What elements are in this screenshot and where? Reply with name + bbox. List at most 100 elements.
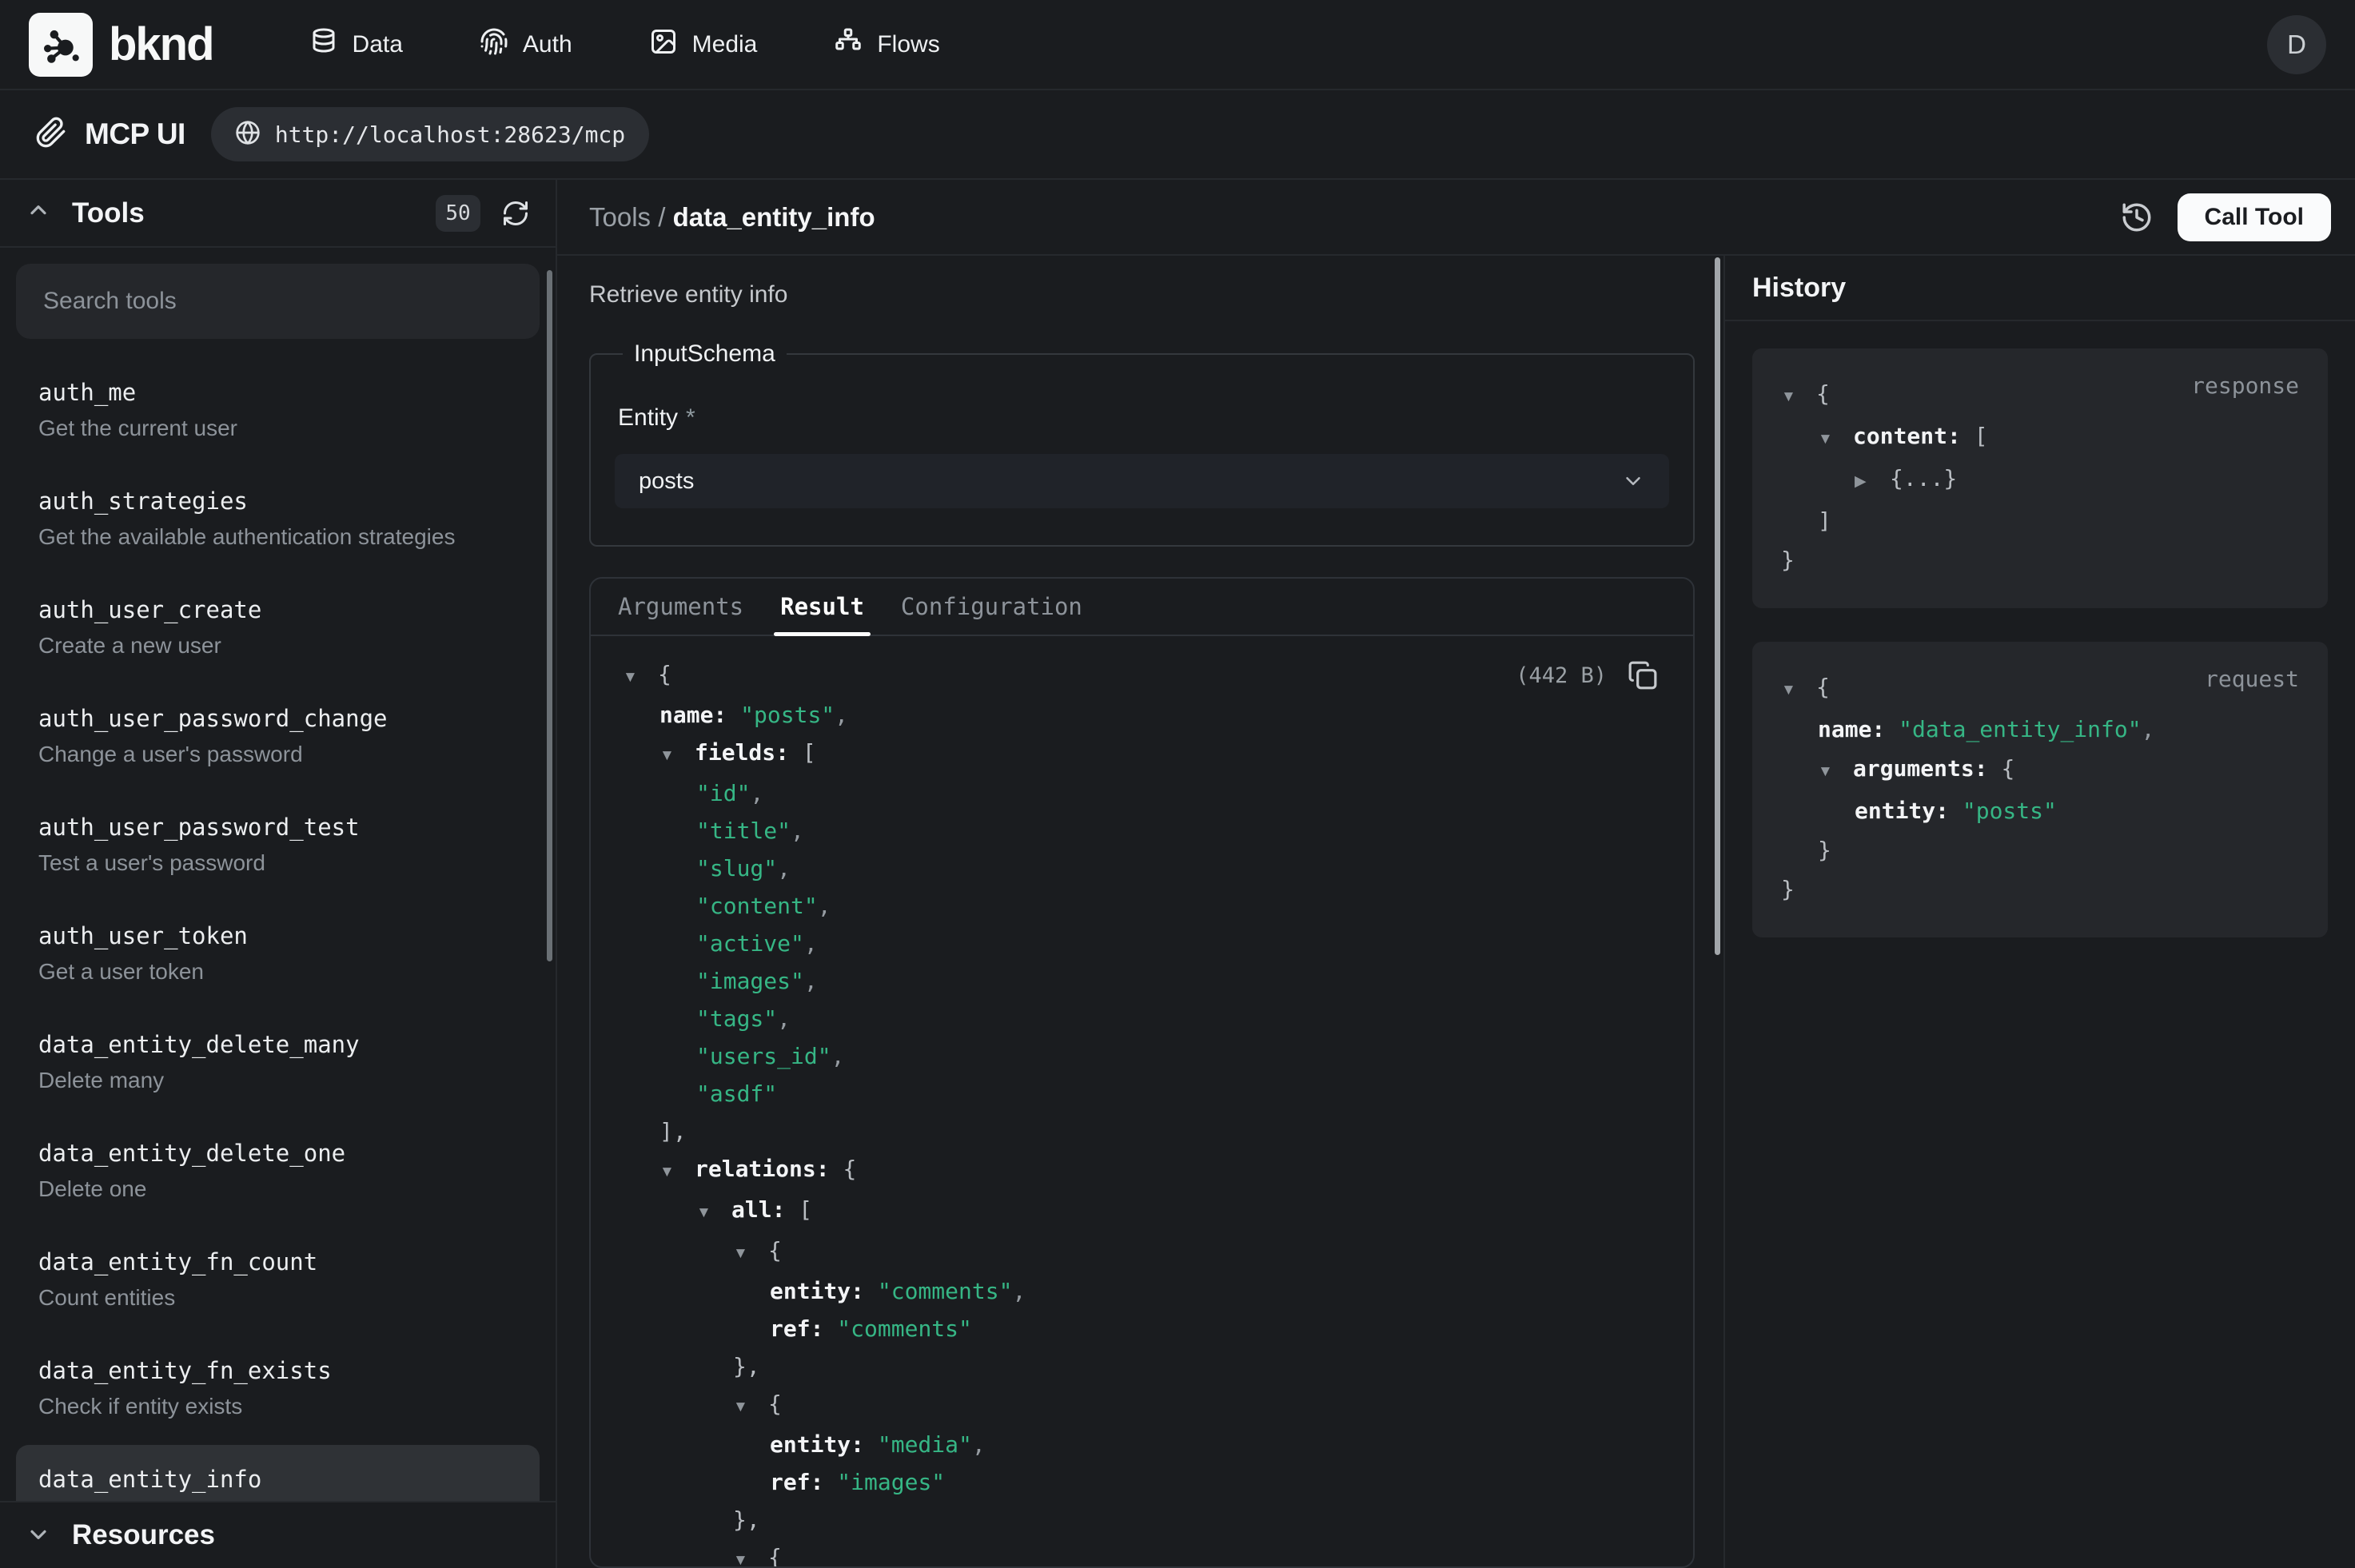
- collapse-toggle-icon[interactable]: ▼: [659, 737, 695, 774]
- result-meta: (442 B): [1516, 660, 1658, 690]
- mcp-title: MCP UI: [85, 117, 185, 151]
- chevron-down-icon: [1621, 469, 1645, 493]
- collapse-toggle-icon[interactable]: ▼: [1818, 420, 1853, 459]
- database-icon: [309, 27, 338, 62]
- tool-detail-description: Retrieve entity info: [589, 281, 1695, 308]
- tool-list-item[interactable]: auth_strategies Get the available authen…: [16, 467, 540, 571]
- collapse-toggle-icon[interactable]: ▼: [733, 1388, 768, 1426]
- tool-list-item[interactable]: auth_user_token Get a user token: [16, 901, 540, 1005]
- image-icon: [649, 27, 678, 62]
- nav-item-auth[interactable]: Auth: [480, 27, 572, 62]
- json-line: "tags",: [623, 1000, 1661, 1037]
- nav-item-media[interactable]: Media: [649, 27, 758, 62]
- json-line: ▼arguments: {: [1781, 749, 2299, 791]
- collapse-toggle-icon[interactable]: ▼: [659, 1153, 695, 1191]
- refresh-icon[interactable]: [501, 199, 530, 228]
- json-line: ▼{: [623, 1538, 1661, 1566]
- json-line: ],: [623, 1112, 1661, 1150]
- tool-list-item[interactable]: data_entity_delete_many Delete many: [16, 1010, 540, 1114]
- entity-field-label: Entity*: [618, 404, 1669, 432]
- tool-list-item[interactable]: auth_me Get the current user: [16, 358, 540, 462]
- mcp-bar: MCP UI http://localhost:28623/mcp: [0, 90, 2355, 180]
- tool-list-item[interactable]: data_entity_fn_exists Check if entity ex…: [16, 1336, 540, 1440]
- json-line: ▼{: [623, 655, 1661, 696]
- chevron-up-icon: [26, 198, 51, 228]
- sidebar-scrollbar[interactable]: [547, 270, 552, 961]
- collapse-toggle-icon[interactable]: ▼: [1781, 377, 1816, 416]
- bknd-logo-icon: [29, 13, 93, 77]
- tool-list-item[interactable]: auth_user_create Create a new user: [16, 575, 540, 679]
- tool-description: Delete many: [38, 1068, 517, 1093]
- json-line: }: [1781, 830, 2299, 870]
- tool-list-item[interactable]: data_entity_info Retrieve entity info: [16, 1445, 540, 1501]
- tool-name: auth_user_password_change: [38, 705, 517, 732]
- search-tools-input[interactable]: [16, 264, 540, 339]
- collapse-toggle-icon[interactable]: ▼: [733, 1235, 768, 1272]
- tools-sidebar: Tools 50 auth_me Get the current user au…: [0, 180, 557, 1568]
- result-json-viewer: (442 B) ▼{name: "posts",▼fields: ["id","…: [591, 636, 1693, 1566]
- collapse-toggle-icon[interactable]: ▼: [623, 659, 658, 696]
- user-avatar[interactable]: D: [2267, 15, 2326, 74]
- collapse-toggle-icon[interactable]: ▼: [733, 1542, 768, 1566]
- tool-description: Delete one: [38, 1176, 517, 1202]
- tool-name: auth_user_token: [38, 922, 517, 949]
- call-tool-button[interactable]: Call Tool: [2178, 193, 2331, 241]
- tool-name: auth_strategies: [38, 488, 517, 515]
- json-line: }: [1781, 540, 2299, 579]
- resources-title: Resources: [72, 1519, 215, 1551]
- entity-select[interactable]: posts: [615, 454, 1669, 508]
- json-line: "active",: [623, 925, 1661, 962]
- tools-section-header[interactable]: Tools 50: [0, 180, 556, 248]
- main-scrollbar[interactable]: [1715, 257, 1720, 955]
- tab-result[interactable]: Result: [780, 579, 864, 635]
- nav-item-label: Data: [353, 31, 403, 58]
- tool-list-item[interactable]: auth_user_password_test Test a user's pa…: [16, 793, 540, 897]
- tool-name: auth_user_password_test: [38, 814, 517, 841]
- collapse-toggle-icon[interactable]: ▼: [1818, 752, 1853, 791]
- tool-name: data_entity_delete_many: [38, 1031, 517, 1058]
- resources-section-header[interactable]: Resources: [0, 1501, 556, 1568]
- json-line: "title",: [623, 812, 1661, 850]
- paperclip-icon: [35, 117, 67, 153]
- json-line: ▼{: [623, 1232, 1661, 1272]
- tab-configuration[interactable]: Configuration: [901, 579, 1082, 635]
- tool-description: Change a user's password: [38, 742, 517, 767]
- mcp-url-pill[interactable]: http://localhost:28623/mcp: [211, 107, 649, 161]
- tool-description: Count entities: [38, 1285, 517, 1311]
- history-clock-icon[interactable]: [2120, 201, 2154, 234]
- input-schema-legend: InputSchema: [623, 340, 787, 368]
- search-wrap: [0, 248, 556, 355]
- history-entry-tag: request: [2205, 666, 2299, 692]
- nav-item-flows[interactable]: Flows: [834, 27, 939, 62]
- chevron-down-icon: [26, 1521, 51, 1550]
- history-entry-request[interactable]: request ▼{name: "data_entity_info",▼argu…: [1752, 642, 2328, 937]
- tool-list-item[interactable]: data_entity_fn_count Count entities: [16, 1228, 540, 1331]
- result-size-label: (442 B): [1516, 663, 1607, 688]
- json-line: "images",: [623, 962, 1661, 1000]
- nav-item-data[interactable]: Data: [309, 27, 403, 62]
- history-title: History: [1752, 273, 1846, 304]
- nav-item-label: Media: [692, 31, 758, 58]
- fingerprint-icon: [480, 27, 508, 62]
- mcp-url: http://localhost:28623/mcp: [275, 121, 625, 148]
- tool-list-item[interactable]: data_entity_delete_one Delete one: [16, 1119, 540, 1223]
- tab-arguments[interactable]: Arguments: [618, 579, 743, 635]
- json-line: name: "data_entity_info",: [1781, 710, 2299, 749]
- collapse-toggle-icon[interactable]: ▼: [1781, 671, 1816, 710]
- copy-icon[interactable]: [1628, 660, 1658, 690]
- json-line: ▼fields: [: [623, 734, 1661, 774]
- json-line: entity: "posts": [1781, 791, 2299, 830]
- history-request-json: ▼{name: "data_entity_info",▼arguments: {…: [1781, 667, 2299, 909]
- expand-toggle-icon[interactable]: ▶: [1855, 462, 1890, 501]
- brand[interactable]: bknd: [29, 13, 213, 77]
- breadcrumb-section[interactable]: Tools: [589, 202, 651, 232]
- collapse-toggle-icon[interactable]: ▼: [696, 1194, 731, 1232]
- tool-name: data_entity_info: [38, 1466, 517, 1493]
- tool-name: data_entity_fn_exists: [38, 1357, 517, 1384]
- json-line: ▶{...}: [1781, 459, 2299, 501]
- history-entry-response[interactable]: response ▼{▼content: [▶{...}]}: [1752, 348, 2328, 608]
- tools-count-badge: 50: [436, 195, 480, 232]
- json-line: ref: "comments": [623, 1310, 1661, 1347]
- json-line: entity: "comments",: [623, 1272, 1661, 1310]
- tool-list-item[interactable]: auth_user_password_change Change a user'…: [16, 684, 540, 788]
